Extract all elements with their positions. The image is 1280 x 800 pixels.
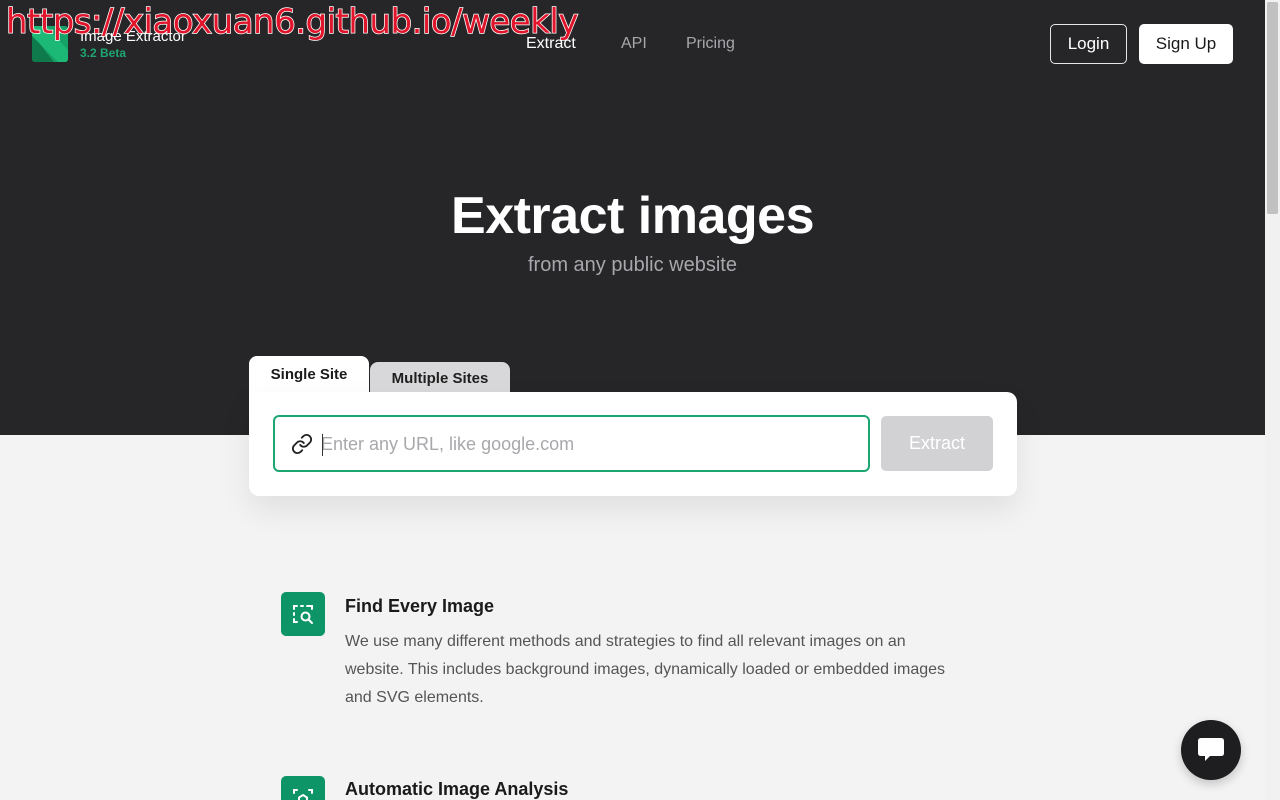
chat-icon[interactable] [1181, 720, 1241, 780]
feature-title: Automatic Image Analysis [345, 779, 569, 799]
page-title: Extract images [451, 187, 814, 245]
signup-button[interactable]: Sign Up [1139, 24, 1233, 64]
tab-multiple-sites[interactable]: Multiple Sites [370, 362, 510, 392]
hero-section: Image Extractor 3.2 Beta Extract API Pri… [0, 0, 1265, 435]
text-caret [322, 434, 323, 456]
image-search-icon [281, 592, 325, 636]
brand-version-badge: 3.2 Beta [80, 46, 127, 60]
url-field[interactable] [273, 415, 870, 472]
page-subtitle: from any public website [528, 254, 737, 276]
url-input[interactable] [321, 429, 851, 459]
feature-title: Find Every Image [345, 596, 495, 616]
feature-description: We use many different methods and strate… [345, 633, 946, 706]
nav-link-pricing[interactable]: Pricing [686, 35, 735, 53]
watermark-text: https://xiaoxuan6.github.io/weekly [5, 1, 579, 43]
extract-button[interactable]: Extract [881, 416, 993, 471]
tab-single-site[interactable]: Single Site [249, 356, 369, 396]
nav-link-api[interactable]: API [621, 35, 647, 53]
login-button[interactable]: Login [1050, 24, 1127, 64]
extract-card: Extract [249, 392, 1017, 496]
image-analysis-icon [281, 776, 325, 800]
link-icon [291, 433, 313, 455]
scrollbar-thumb[interactable] [1267, 2, 1278, 214]
